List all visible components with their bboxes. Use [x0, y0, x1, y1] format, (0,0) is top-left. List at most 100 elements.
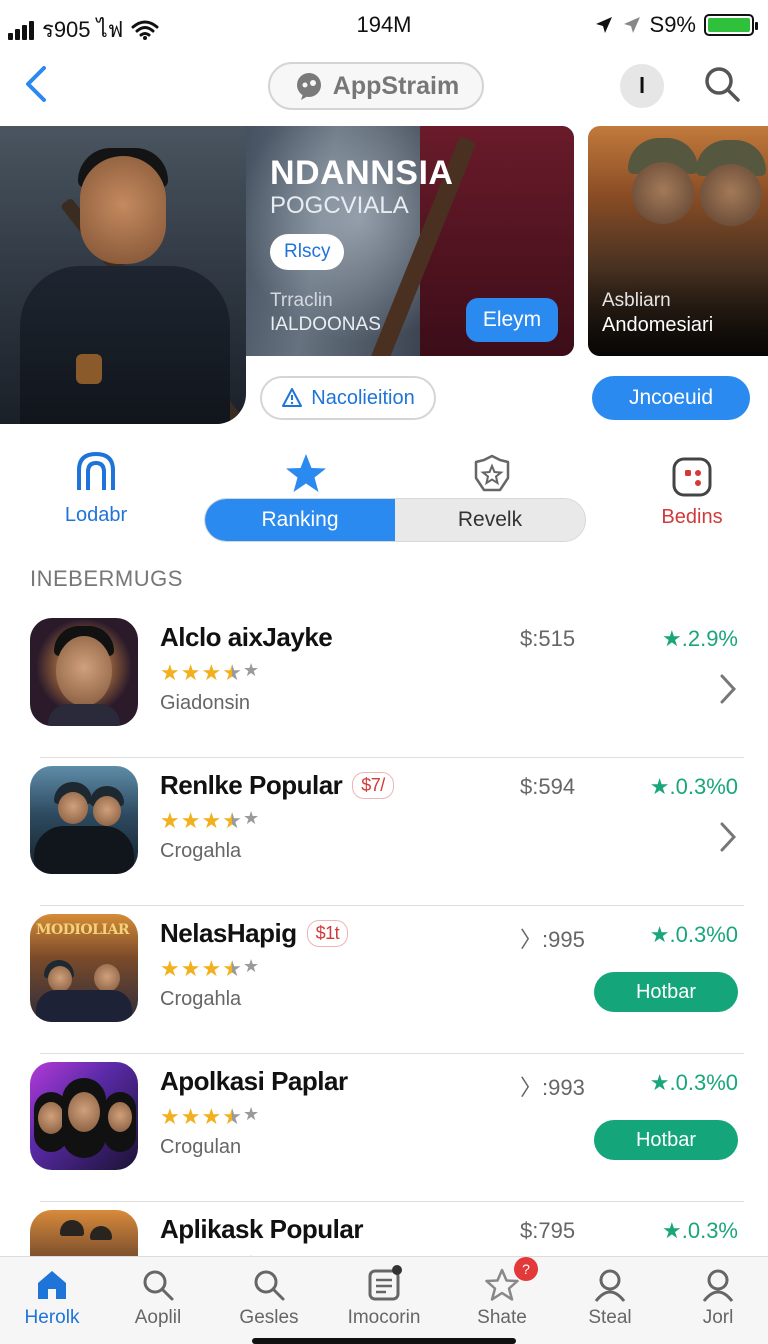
app-developer: Crogulan — [160, 1136, 242, 1158]
hero-meta-line2: IALDOONAS — [270, 314, 381, 335]
app-badge: $7/ — [352, 772, 394, 799]
app-price: $:594 — [520, 774, 576, 799]
search-icon — [254, 1270, 285, 1301]
tab-lodabr-label: Lodabr — [64, 504, 128, 526]
store-name: AppStraim — [332, 71, 460, 100]
notification-button[interactable]: Nacolieition — [260, 376, 436, 420]
hero-figure-image — [0, 126, 246, 424]
chevron-right-icon[interactable] — [718, 672, 738, 706]
rating-stars: ★★★★★ — [160, 808, 260, 833]
hero-side-line1: Asbliarn — [602, 290, 671, 311]
list-item[interactable]: Alclo aixJayke ★ ★ ★ ★ ★ Giadonsin $:515 ★.2… — [0, 612, 768, 758]
rating-stars: ★★★★★ — [160, 1104, 260, 1129]
status-right: S9% — [594, 12, 758, 38]
app-icon — [30, 1210, 138, 1256]
search-icon — [705, 67, 740, 102]
notification-label: Nacolieition — [311, 386, 415, 409]
app-price: $:515 — [520, 626, 576, 651]
rating-stars: ★★★★★ — [160, 660, 260, 685]
segment-revelk[interactable]: Revelk — [395, 499, 585, 541]
app-price: 〉:993 — [520, 1075, 585, 1100]
app-developer: Giadonsin — [160, 692, 251, 714]
tab-bedins-label: Bedins — [661, 506, 723, 528]
chip-label: l — [638, 73, 646, 98]
back-button[interactable] — [18, 62, 58, 106]
search-button[interactable] — [700, 62, 744, 106]
chat-bubble-icon — [296, 73, 321, 100]
app-badge: $1t — [306, 920, 349, 947]
battery-percent: S9% — [649, 12, 696, 37]
chevron-right-icon[interactable] — [718, 820, 738, 854]
arch-icon — [77, 451, 115, 490]
app-change: ★.0.3%0 — [649, 922, 738, 947]
app-icon — [30, 1062, 138, 1170]
search-icon — [143, 1270, 174, 1301]
ranking-segmented-control: Ranking Revelk — [204, 498, 586, 542]
location-icon — [595, 17, 612, 33]
hero-meta-line1: Trraclin — [270, 290, 333, 311]
list-item[interactable]: Aplikask Popular ★★★★★ $:795 ★.0.3% — [0, 1204, 768, 1256]
person-icon — [594, 1269, 626, 1302]
warning-icon — [282, 388, 303, 407]
bottom-tab-aoplil[interactable]: Aoplil — [108, 1267, 208, 1329]
hero-section: NDANNSIA POGCVIALA Rlscy Trraclin IALDOO… — [0, 126, 768, 426]
status-bar: ร905 ไฟ 194M S9% — [0, 0, 768, 50]
home-icon — [38, 1271, 66, 1299]
app-icon: MODIOLIAR — [30, 914, 138, 1022]
app-change: ★.0.3%0 — [649, 774, 738, 799]
tab-bedins[interactable]: Bedins — [640, 456, 744, 529]
bottom-tab-label: Steal — [588, 1307, 632, 1328]
hero-side-line2: Andomesiari — [602, 314, 714, 336]
app-developer: Crogahla — [160, 988, 242, 1010]
bottom-tab-label: Shate — [477, 1307, 527, 1328]
store-title-pill[interactable]: AppStraim — [268, 62, 484, 110]
bottom-tab-label: Aoplil — [134, 1307, 182, 1328]
tab-lodabr[interactable]: Lodabr — [44, 450, 148, 527]
location-outline-icon — [623, 17, 640, 33]
hero-title: NDANNSIA — [270, 154, 454, 192]
chevron-left-icon — [26, 66, 46, 102]
bottom-tab-jorl[interactable]: Jorl — [668, 1267, 768, 1329]
hero-tag[interactable]: Rlscy — [270, 234, 345, 270]
list-item[interactable]: MODIOLIAR NelasHapig $1t ★ ★ ★ ★ ★ Crogahla 〉… — [0, 908, 768, 1054]
list-item[interactable]: Renlke Popular $7/ ★ ★ ★ ★ ★ Crogahla $:594 ★… — [0, 760, 768, 906]
app-price: 〉:995 — [520, 927, 585, 952]
bottom-tab-imocorin[interactable]: Imocorin — [334, 1265, 434, 1329]
person-icon — [702, 1269, 734, 1302]
hero-subtitle: POGCVIALA — [270, 192, 409, 219]
badge-star-icon[interactable] — [470, 452, 514, 496]
bottom-tab-label: Herolk — [24, 1307, 80, 1328]
bottom-tab-steal[interactable]: Steal — [560, 1267, 660, 1329]
star-icon[interactable] — [284, 452, 328, 496]
download-chip[interactable]: l — [620, 64, 664, 108]
app-icon-text: MODIOLIAR — [36, 922, 129, 938]
hero-cta-button[interactable]: Eleym — [466, 298, 558, 342]
segment-ranking[interactable]: Ranking — [205, 499, 395, 541]
notification-badge: ? — [514, 1257, 538, 1281]
notification-dot — [392, 1265, 402, 1275]
app-name: Apolkasi Paplar — [160, 1066, 348, 1096]
hotbar-button[interactable]: Hotbar — [594, 972, 738, 1012]
bottom-tab-herolk[interactable]: Herolk — [2, 1267, 102, 1329]
app-change: ★.0.3% — [662, 1218, 738, 1243]
join-button[interactable]: Jncoeuid — [592, 376, 750, 420]
rating-stars: ★★★★★ — [160, 956, 260, 981]
bottom-tab-label: Gesles — [239, 1307, 299, 1328]
hotbar-button[interactable]: Hotbar — [594, 1120, 738, 1160]
bottom-tab-gesles[interactable]: Gesles — [219, 1267, 319, 1329]
app-developer: Crogahla — [160, 840, 242, 862]
bottom-tab-label: Jorl — [702, 1307, 734, 1328]
bottom-tab-bar: Herolk Aoplil Gesles Imocorin ? Shate St… — [0, 1256, 768, 1344]
app-change: ★.2.9% — [662, 626, 738, 651]
nav-bar: AppStraim l — [0, 52, 768, 122]
app-price: $:795 — [520, 1218, 576, 1243]
list-item[interactable]: Apolkasi Paplar ★ ★ ★ ★ ★ Crogulan 〉:993 ★.0… — [0, 1056, 768, 1202]
hero-side-card[interactable]: Asbliarn Andomesiari — [588, 126, 768, 356]
app-name: NelasHapig $1t — [160, 918, 349, 949]
battery-icon — [704, 14, 758, 36]
section-title: INEBERMUGS — [30, 566, 183, 591]
home-indicator — [252, 1338, 516, 1344]
bottom-tab-shate[interactable]: ? Shate — [452, 1257, 552, 1329]
app-icon — [30, 766, 138, 874]
app-change: ★.0.3%0 — [649, 1070, 738, 1095]
